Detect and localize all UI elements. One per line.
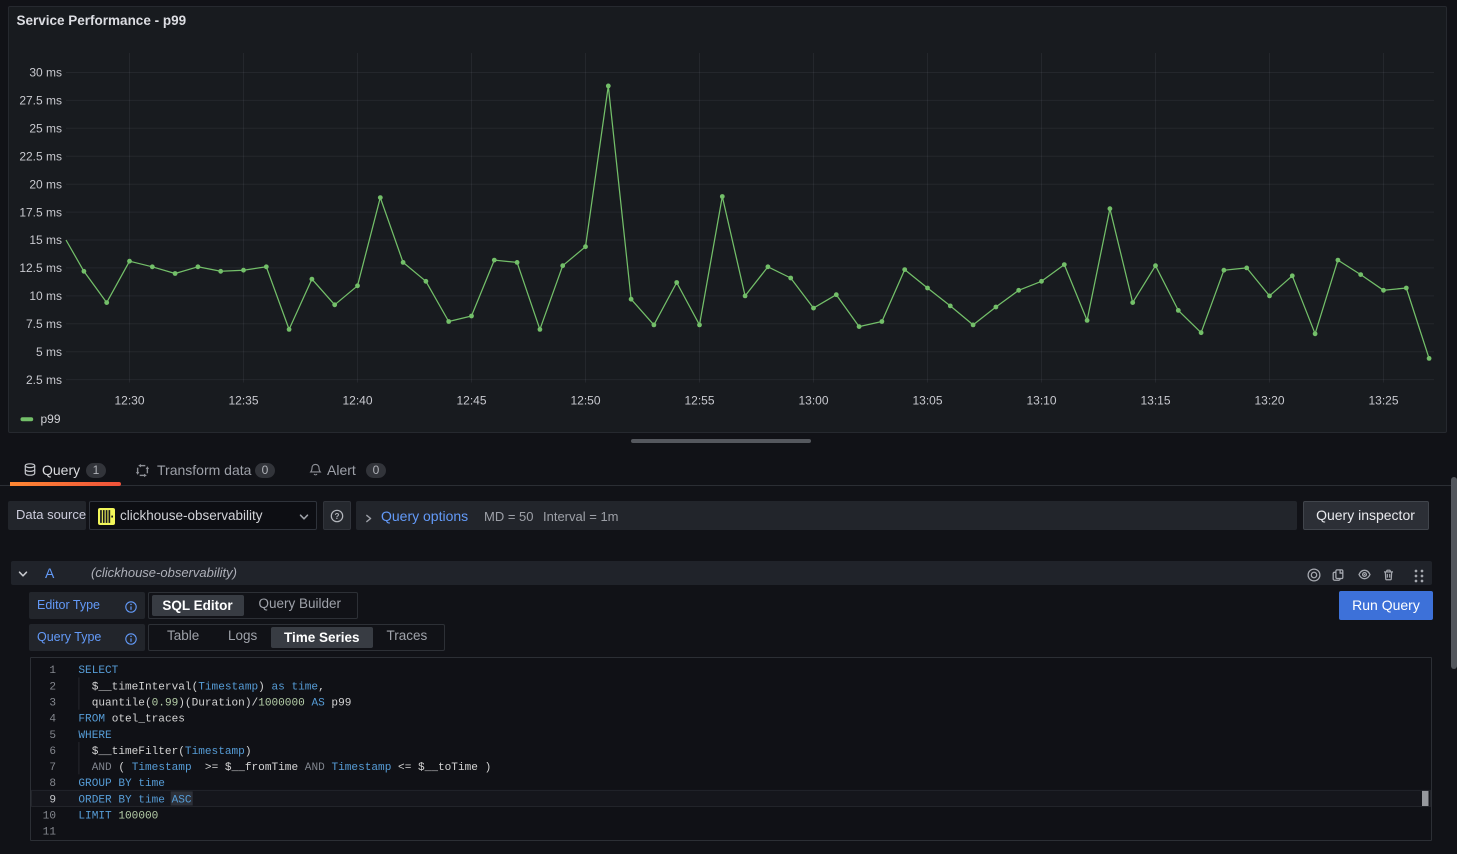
svg-text:p99: p99 [41,412,61,426]
svg-text:AND ( Timestamp >= $__fromTim: AND ( Timestamp >= $__fromTime AND Times… [78,762,491,774]
svg-text:5 ms: 5 ms [36,345,62,359]
svg-text:27.5 ms: 27.5 ms [19,94,62,108]
svg-text:1: 1 [49,665,56,677]
svg-text:13:05: 13:05 [912,393,942,407]
svg-text:$__timeFilter(Timestamp): $__timeFilter(Timestamp) [78,746,251,758]
svg-text:10 ms: 10 ms [29,289,62,303]
svg-text:30 ms: 30 ms [29,66,62,80]
svg-text:12:35: 12:35 [228,393,258,407]
svg-text:GROUP BY time: GROUP BY time [78,778,165,790]
svg-text:12.5 ms: 12.5 ms [19,261,62,275]
svg-text:12:50: 12:50 [570,393,600,407]
svg-text:ORDER BY time ASC: ORDER BY time ASC [78,794,192,806]
svg-text:LIMIT 100000: LIMIT 100000 [78,811,158,823]
svg-text:5: 5 [49,730,56,742]
svg-text:17.5 ms: 17.5 ms [19,205,62,219]
svg-text:15 ms: 15 ms [29,233,62,247]
svg-text:13:15: 13:15 [1140,393,1170,407]
svg-text:10: 10 [43,811,56,823]
svg-text:?: ? [335,512,340,521]
svg-text:12:40: 12:40 [342,393,372,407]
svg-text:2: 2 [49,681,56,693]
svg-text:WHERE: WHERE [78,730,112,742]
svg-text:8: 8 [49,778,56,790]
svg-text:$__timeInterval(Timestamp) as: $__timeInterval(Timestamp) as time, [78,681,324,693]
svg-text:quantile(0.99)(Duration)/10000: quantile(0.99)(Duration)/1000000 AS p99 [78,698,351,710]
svg-text:11: 11 [43,827,57,839]
svg-text:20 ms: 20 ms [29,177,62,191]
svg-text:25 ms: 25 ms [29,122,62,136]
svg-text:9: 9 [49,794,56,806]
svg-text:3: 3 [49,698,56,710]
svg-text:12:55: 12:55 [684,393,714,407]
svg-text:12:45: 12:45 [456,393,486,407]
svg-text:13:25: 13:25 [1368,393,1398,407]
svg-text:13:10: 13:10 [1026,393,1056,407]
svg-text:FROM otel_traces: FROM otel_traces [78,714,185,726]
svg-text:12:30: 12:30 [114,393,144,407]
svg-text:22.5 ms: 22.5 ms [19,150,62,164]
svg-text:4: 4 [49,714,56,726]
svg-text:13:20: 13:20 [1254,393,1284,407]
svg-text:7: 7 [49,762,56,774]
svg-text:SELECT: SELECT [78,665,118,677]
svg-text:13:00: 13:00 [798,393,828,407]
svg-text:6: 6 [49,746,56,758]
svg-text:2.5 ms: 2.5 ms [26,373,62,387]
svg-text:7.5 ms: 7.5 ms [26,317,62,331]
